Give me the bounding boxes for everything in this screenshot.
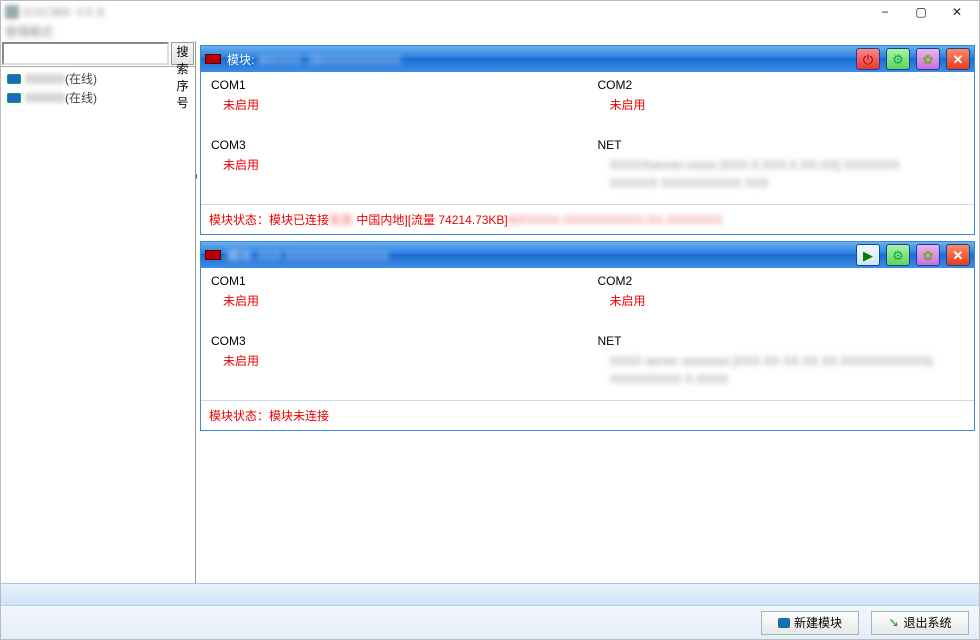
app-title: GXCMK V3.8 [23, 5, 105, 19]
module-panel: 模块: WXXXX: 28XXXXXXXXXX ⏻ ⚙ ✿ ✕ COM1 未启用 [200, 45, 975, 235]
globe-button[interactable]: ✿ [916, 244, 940, 266]
search-row: 搜索序号 [1, 41, 195, 67]
exit-icon: ➘ [889, 615, 900, 631]
exit-system-label: 退出系统 [903, 614, 951, 631]
new-module-button[interactable]: 新建模块 [761, 611, 859, 635]
tree-item[interactable]: XXXXX(在线) [1, 88, 195, 107]
power-button[interactable]: ⏻ [856, 48, 880, 70]
footer: 新建模块 ➘ 退出系统 [1, 605, 979, 639]
settings-button[interactable]: ⚙ [886, 244, 910, 266]
search-input[interactable] [2, 42, 169, 65]
panel-status: 模块状态：模块未连接 [201, 400, 974, 430]
settings-button[interactable]: ⚙ [886, 48, 910, 70]
panel-header: 模块: XXX XXXXXXXXXXXXX ▶ ⚙ ✿ ✕ [201, 242, 974, 268]
app-icon [5, 5, 19, 19]
com1-label: COM1 [211, 274, 578, 288]
com1-cell: COM1 未启用 [211, 78, 578, 134]
com2-cell: COM2 未启用 [598, 78, 965, 134]
window-min-button[interactable]: − [867, 1, 903, 23]
tree-item-label: XXXXX(在线) [25, 89, 97, 106]
com2-status: 未启用 [610, 292, 965, 309]
panel-body: COM1 未启用 COM2 未启用 COM3 未启用 NET [201, 72, 974, 204]
com3-cell: COM3 未启用 [211, 138, 578, 194]
module-panel: 模块: XXX XXXXXXXXXXXXX ▶ ⚙ ✿ ✕ COM1 未启用 [200, 241, 975, 431]
module-icon [778, 618, 790, 628]
com1-status: 未启用 [223, 96, 578, 113]
com3-status: 未启用 [223, 352, 578, 369]
panel-title: 模块: XXX XXXXXXXXXXXXX [227, 247, 389, 264]
tree-item-label: XXXXX(在线) [25, 70, 97, 87]
new-module-label: 新建模块 [794, 614, 842, 631]
search-button[interactable]: 搜索序号 [171, 42, 194, 65]
panel-title: 模块: WXXXX: 28XXXXXXXXXX [227, 51, 401, 68]
globe-button[interactable]: ✿ [916, 48, 940, 70]
module-icon [7, 93, 21, 103]
mode-bar: 管理模式 [1, 23, 979, 41]
panel-header: 模块: WXXXX: 28XXXXXXXXXX ⏻ ⚙ ✿ ✕ [201, 46, 974, 72]
com2-status: 未启用 [610, 96, 965, 113]
panel-close-button[interactable]: ✕ [946, 48, 970, 70]
exit-system-button[interactable]: ➘ 退出系统 [871, 611, 969, 635]
status-led-icon [205, 250, 221, 260]
module-icon [7, 74, 21, 84]
net-info: XXXX server xxxxxxxx [XXX.XX XX.XX XX.XX… [610, 352, 965, 388]
panel-body: COM1 未启用 COM2 未启用 COM3 未启用 NET [201, 268, 974, 400]
net-cell: NET XXXXXserver-xxxxx [XXX.X.XXX.X.XX-XX… [598, 138, 965, 194]
net-label: NET [598, 138, 965, 152]
net-label: NET [598, 334, 965, 348]
com2-label: COM2 [598, 78, 965, 92]
com2-label: COM2 [598, 274, 965, 288]
com3-status: 未启用 [223, 156, 578, 173]
net-info: XXXXXserver-xxxxx [XXX.X.XXX.X.XX-XX] XX… [610, 156, 965, 192]
net-cell: NET XXXX server xxxxxxxx [XXX.XX XX.XX X… [598, 334, 965, 390]
main-area: 模块: WXXXX: 28XXXXXXXXXX ⏻ ⚙ ✿ ✕ COM1 未启用 [196, 41, 979, 583]
window-close-button[interactable]: ✕ [939, 1, 975, 23]
com3-label: COM3 [211, 138, 578, 152]
panel-status: 模块状态：模块已连接张某 中国内地][流量 74214.73KB]WXXXXX-… [201, 204, 974, 234]
com2-cell: COM2 未启用 [598, 274, 965, 330]
com3-cell: COM3 未启用 [211, 334, 578, 390]
window-max-button[interactable]: ▢ [903, 1, 939, 23]
tree-item[interactable]: XXXXX(在线) [1, 69, 195, 88]
status-led-icon [205, 54, 221, 64]
panel-close-button[interactable]: ✕ [946, 244, 970, 266]
sidebar: 搜索序号 XXXXX(在线) XXXXX(在线) [1, 41, 196, 583]
com1-label: COM1 [211, 78, 578, 92]
com3-label: COM3 [211, 334, 578, 348]
titlebar: GXCMK V3.8 − ▢ ✕ [1, 1, 979, 23]
play-button[interactable]: ▶ [856, 244, 880, 266]
statusbar [1, 583, 979, 605]
module-tree[interactable]: XXXXX(在线) XXXXX(在线) [1, 67, 195, 583]
app-window: GXCMK V3.8 − ▢ ✕ 管理模式 搜索序号 XXXXX(在线) XXX… [0, 0, 980, 640]
com1-status: 未启用 [223, 292, 578, 309]
com1-cell: COM1 未启用 [211, 274, 578, 330]
mode-label: 管理模式 [5, 25, 53, 39]
